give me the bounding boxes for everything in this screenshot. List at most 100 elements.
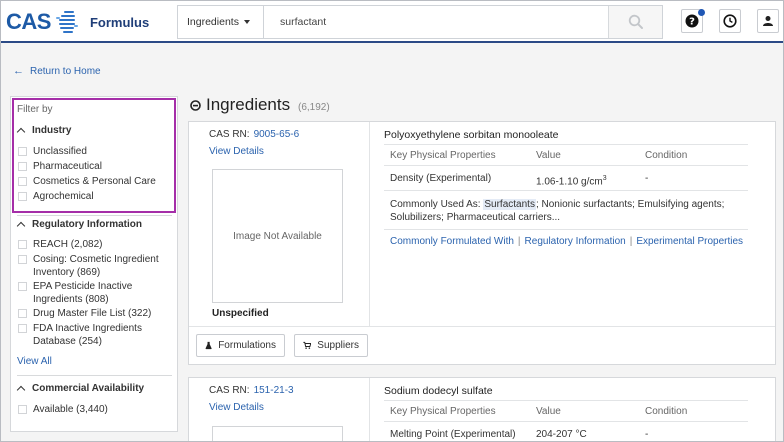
stereo-label: Unspecified <box>212 308 269 319</box>
used-as-label: Commonly Used As: <box>390 199 481 210</box>
checkbox[interactable] <box>18 147 27 156</box>
clock-icon <box>723 14 737 28</box>
filter-group-commercial[interactable]: Commercial Availability <box>16 383 145 395</box>
option-label: REACH (2,082) <box>33 239 103 250</box>
checkbox[interactable] <box>18 324 27 333</box>
filter-option-dmf[interactable]: Drug Master File List (322) <box>18 307 168 320</box>
divider <box>17 215 172 216</box>
checkbox[interactable] <box>18 177 27 186</box>
header-cell: Key Physical Properties <box>390 406 496 417</box>
card-left-column: CAS RN: 151-21-3 View Details <box>189 378 370 441</box>
filter-option-unclassified[interactable]: Unclassified <box>18 145 168 158</box>
filter-option-available[interactable]: Available (3,440) <box>18 403 168 416</box>
structure-image-placeholder[interactable]: Image Not Available <box>212 169 343 303</box>
cas-rn-value[interactable]: 151-21-3 <box>254 385 294 396</box>
formulations-button[interactable]: Formulations <box>196 334 285 357</box>
divider <box>17 375 172 376</box>
history-button[interactable] <box>719 9 741 33</box>
substance-name[interactable]: Sodium dodecyl sulfate <box>384 385 493 397</box>
cas-swirl-icon <box>55 11 78 33</box>
chevron-up-icon <box>16 127 26 137</box>
result-card: CAS RN: 151-21-3 View Details Sodium dode… <box>188 377 776 441</box>
chevron-up-icon <box>16 385 26 395</box>
search-button[interactable] <box>608 6 662 38</box>
account-button[interactable] <box>757 9 779 33</box>
suppliers-label: Suppliers <box>317 340 359 351</box>
option-label: Cosmetics & Personal Care <box>33 176 156 187</box>
filter-group-title: Commercial Availability <box>32 383 145 394</box>
view-all-link[interactable]: View All <box>17 356 52 367</box>
property-condition: - <box>645 429 649 440</box>
image-not-available-text: Image Not Available <box>233 230 322 242</box>
top-header: CAS Formulus Ingredients surfactant ? <box>1 1 783 43</box>
option-label: Unclassified <box>33 146 87 157</box>
property-name: Melting Point (Experimental) <box>390 429 516 440</box>
structure-image-placeholder[interactable] <box>212 426 343 441</box>
view-details-link[interactable]: View Details <box>209 146 264 157</box>
substance-name[interactable]: Polyoxyethylene sorbitan monooleate <box>384 129 559 141</box>
suppliers-button[interactable]: Suppliers <box>294 334 368 357</box>
filter-option-fda[interactable]: FDA Inactive Ingredients Database (254) <box>18 322 168 348</box>
search-category-label: Ingredients <box>187 16 239 28</box>
cas-rn-label: CAS RN: <box>209 385 250 396</box>
cas-rn: CAS RN: 151-21-3 <box>209 385 294 396</box>
option-label: Agrochemical <box>33 191 94 202</box>
table-row: Density (Experimental) 1.06-1.10 g/cm3 - <box>384 166 748 191</box>
option-label: EPA Pesticide Inactive Ingredients (808) <box>33 281 133 305</box>
app-window: CAS Formulus Ingredients surfactant ? ← … <box>0 0 784 442</box>
filter-option-cosmetics[interactable]: Cosmetics & Personal Care <box>18 175 168 188</box>
cas-rn-value[interactable]: 9005-65-6 <box>254 129 300 140</box>
search-input[interactable] <box>264 6 608 38</box>
option-label: Drug Master File List (322) <box>33 308 152 319</box>
filter-group-industry[interactable]: Industry <box>16 125 71 137</box>
results-count: (6,192) <box>298 102 330 113</box>
checkbox[interactable] <box>18 240 27 249</box>
formulations-label: Formulations <box>218 340 276 351</box>
search-category-dropdown[interactable]: Ingredients <box>178 6 264 38</box>
checkbox[interactable] <box>18 282 27 291</box>
header-cell: Value <box>536 406 561 417</box>
checkbox[interactable] <box>18 309 27 318</box>
filter-option-cosing[interactable]: Cosing: Cosmetic Ingredient Inventory (8… <box>18 253 168 279</box>
properties-table: Key Physical Properties Value Condition … <box>384 400 748 441</box>
header-cell: Condition <box>645 406 688 417</box>
header-cell: Value <box>536 150 561 161</box>
properties-table-header: Key Physical Properties Value Condition <box>384 400 748 422</box>
used-as-highlight: Surfactants <box>483 199 536 210</box>
cas-rn: CAS RN: 9005-65-6 <box>209 129 299 140</box>
card-left-column: CAS RN: 9005-65-6 View Details Image Not … <box>189 122 370 326</box>
filter-option-epa[interactable]: EPA Pesticide Inactive Ingredients (808) <box>18 280 168 306</box>
filter-group-regulatory[interactable]: Regulatory Information <box>16 219 142 231</box>
checkbox[interactable] <box>18 162 27 171</box>
experimental-properties-link[interactable]: Experimental Properties <box>636 236 743 247</box>
commonly-formulated-with-link[interactable]: Commonly Formulated With <box>390 236 514 247</box>
cart-icon <box>303 341 312 349</box>
commonly-used-as: Commonly Used As: Surfactants; Nonionic … <box>390 198 746 224</box>
regulatory-information-link[interactable]: Regulatory Information <box>525 236 626 247</box>
pipe-separator: | <box>629 236 633 247</box>
cas-rn-label: CAS RN: <box>209 129 250 140</box>
pipe-separator: | <box>517 236 521 247</box>
result-card: CAS RN: 9005-65-6 View Details Image Not … <box>188 121 776 365</box>
return-home-link[interactable]: ← Return to Home <box>13 65 101 77</box>
property-value: 1.06-1.10 g/cm3 <box>536 166 607 194</box>
filter-option-agrochemical[interactable]: Agrochemical <box>18 190 168 203</box>
filter-option-pharmaceutical[interactable]: Pharmaceutical <box>18 160 168 173</box>
option-label: Available (3,440) <box>33 404 108 415</box>
notification-dot <box>698 9 705 16</box>
checkbox[interactable] <box>18 405 27 414</box>
properties-table-header: Key Physical Properties Value Condition <box>384 144 748 166</box>
divider <box>189 326 775 327</box>
checkbox[interactable] <box>18 255 27 264</box>
svg-text:?: ? <box>689 17 695 28</box>
divider <box>384 229 748 230</box>
view-details-link[interactable]: View Details <box>209 402 264 413</box>
properties-table: Key Physical Properties Value Condition … <box>384 144 748 191</box>
table-row: Melting Point (Experimental) 204-207 °C … <box>384 422 748 441</box>
arrow-left-icon: ← <box>13 65 24 77</box>
product-name: Formulus <box>89 14 150 30</box>
checkbox[interactable] <box>18 192 27 201</box>
cas-logo[interactable]: CAS Formulus <box>6 7 149 37</box>
option-label: Pharmaceutical <box>33 161 102 172</box>
filter-option-reach[interactable]: REACH (2,082) <box>18 238 168 251</box>
